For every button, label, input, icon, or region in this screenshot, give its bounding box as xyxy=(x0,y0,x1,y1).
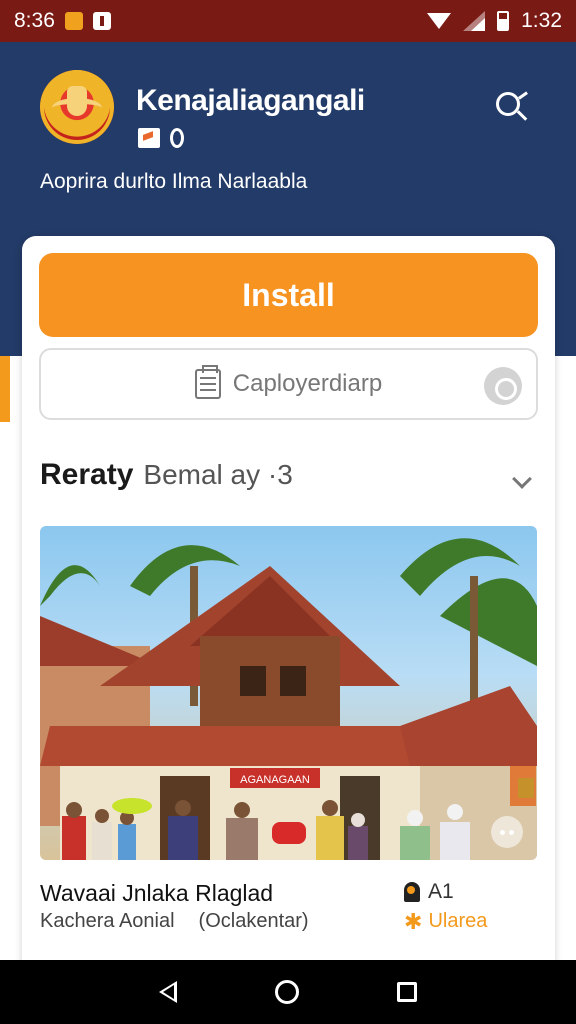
star-icon: ✱ xyxy=(404,908,423,934)
app-badges xyxy=(138,128,184,148)
listing-title: Wavaai Jnlaka Rlaglad xyxy=(40,880,274,906)
wifi-icon xyxy=(427,13,452,29)
app-subtitle: Aoprira durlto Ilma Narlaabla xyxy=(40,170,308,193)
shop-sign: AGANAGAAN xyxy=(240,774,310,786)
rating: A1 xyxy=(404,880,454,904)
status-right: 1:32 xyxy=(427,9,562,33)
circle-icon xyxy=(170,128,184,148)
listing-photo[interactable]: AGANAGAAN xyxy=(40,526,537,860)
listing-meta: Kachera Aonial (Oclakentar) xyxy=(40,910,309,933)
section-title: Reraty xyxy=(40,458,134,491)
system-nav-bar xyxy=(0,960,576,1024)
rating-icon xyxy=(404,882,420,902)
status-time-left: 8:36 xyxy=(14,9,55,32)
status-time-right: 1:32 xyxy=(521,9,562,32)
status-left: 8:36 xyxy=(14,9,111,33)
section-subtitle: Bemal ay ·3 xyxy=(143,459,293,490)
home-icon[interactable] xyxy=(275,980,299,1004)
flag-icon xyxy=(138,128,160,148)
section-header[interactable]: Reraty Bemal ay ·3 xyxy=(40,458,539,498)
listing-name: Kachera Aonial xyxy=(40,910,175,932)
battery-icon xyxy=(497,11,510,31)
calendar-icon xyxy=(194,365,221,399)
signal-icon xyxy=(463,11,486,31)
settings-icon[interactable] xyxy=(484,367,522,405)
install-button[interactable]: Install xyxy=(39,253,538,337)
location-label: Ularea xyxy=(428,910,488,932)
rating-value: A1 xyxy=(428,880,454,903)
recent-apps-icon[interactable] xyxy=(397,982,417,1002)
house-illustration: AGANAGAAN xyxy=(40,538,537,860)
status-bar: 8:36 1:32 xyxy=(0,0,576,42)
location[interactable]: ✱ Ularea xyxy=(404,910,487,933)
secondary-button-label: Caployerdiarp xyxy=(232,370,383,397)
app-detail-card: Install Caployerdiarp Reraty Bemal ay ·3 xyxy=(22,236,555,976)
search-button[interactable] xyxy=(494,86,534,126)
app-name: Kenajaliagangali xyxy=(136,84,365,117)
orange-notification-icon xyxy=(64,12,83,30)
white-notification-icon xyxy=(92,12,111,30)
listing-region: (Oclakentar) xyxy=(198,910,309,932)
secondary-button[interactable]: Caployerdiarp xyxy=(39,348,538,420)
emblem-logo xyxy=(40,70,114,144)
more-options-icon[interactable] xyxy=(491,816,523,848)
side-accent xyxy=(0,356,10,422)
back-icon[interactable] xyxy=(159,981,177,1003)
